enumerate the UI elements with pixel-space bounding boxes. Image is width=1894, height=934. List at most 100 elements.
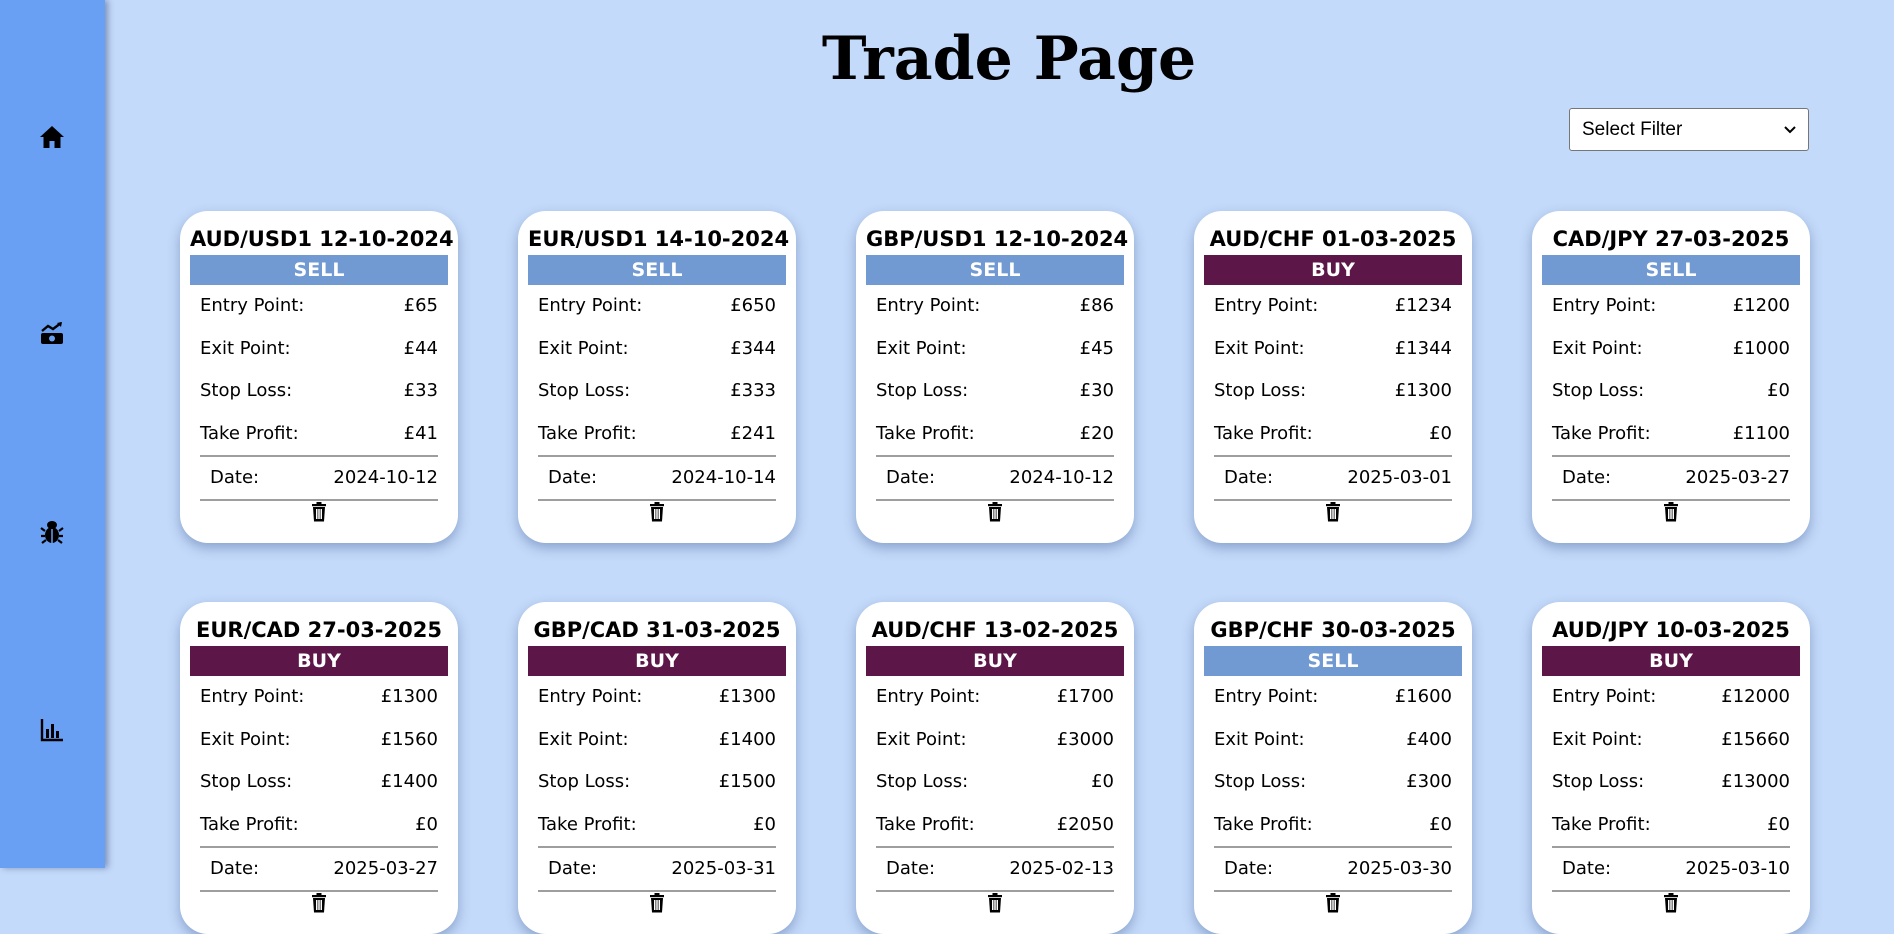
trade-title: EUR/USD1 14-10-2024: [528, 227, 790, 251]
trade-date-label: Date:: [1224, 858, 1274, 879]
trade-date-value: 2024-10-12: [1009, 467, 1114, 488]
trade-side-badge: BUY: [190, 646, 448, 676]
delete-trade-button[interactable]: [538, 501, 776, 526]
trade-side-badge: BUY: [1204, 255, 1462, 285]
trade-card: AUD/CHF 13-02-2025 BUY Entry Point: £1700 Ex…: [856, 602, 1134, 934]
trade-exit-label: Exit Point:: [200, 337, 291, 359]
chevron-down-icon: [1784, 125, 1796, 133]
trade-card: EUR/USD1 14-10-2024 SELL Entry Point: £650 E…: [518, 211, 796, 543]
trade-date-label: Date:: [886, 467, 936, 488]
trade-exit-value: £1000: [1732, 337, 1790, 359]
trade-exit-row: Exit Point: £344: [538, 328, 776, 371]
trade-date-value: 2025-03-31: [671, 858, 776, 879]
bar-chart-icon[interactable]: [38, 716, 66, 744]
trade-exit-row: Exit Point: £44: [200, 328, 438, 371]
trade-take-value: £0: [415, 813, 438, 835]
delete-trade-button[interactable]: [1214, 892, 1452, 917]
trade-entry-value: £1200: [1732, 295, 1790, 316]
trade-exit-label: Exit Point:: [1552, 728, 1643, 750]
trade-take-value: £20: [1079, 422, 1114, 444]
trade-date-label: Date:: [886, 858, 936, 879]
trade-exit-value: £400: [1406, 728, 1452, 750]
trade-exit-value: £344: [730, 337, 776, 359]
trade-entry-label: Entry Point:: [876, 686, 981, 707]
trade-title: GBP/USD1 12-10-2024: [866, 227, 1129, 251]
trade-stop-row: Stop Loss: £1400: [200, 761, 438, 804]
trade-title: AUD/CHF 01-03-2025: [1209, 227, 1457, 251]
trade-entry-value: £65: [403, 295, 438, 316]
trade-entry-label: Entry Point:: [876, 295, 981, 316]
trade-take-value: £0: [753, 813, 776, 835]
trade-stop-row: Stop Loss: £1300: [1214, 370, 1452, 413]
trade-exit-value: £1400: [718, 728, 776, 750]
trade-take-label: Take Profit:: [876, 422, 975, 444]
trade-title: AUD/CHF 13-02-2025: [871, 618, 1119, 642]
trade-entry-row: Entry Point: £86: [876, 285, 1114, 328]
trade-stop-row: Stop Loss: £33: [200, 370, 438, 413]
trade-take-row: Take Profit: £0: [200, 804, 438, 847]
trade-stop-label: Stop Loss:: [1214, 771, 1307, 792]
trade-chart-icon[interactable]: [38, 320, 66, 348]
trade-take-label: Take Profit:: [200, 422, 299, 444]
trade-stop-row: Stop Loss: £30: [876, 370, 1114, 413]
trade-entry-value: £1700: [1056, 686, 1114, 707]
trade-exit-row: Exit Point: £1400: [538, 719, 776, 762]
trade-entry-row: Entry Point: £1700: [876, 676, 1114, 719]
trade-side-badge: SELL: [866, 255, 1124, 285]
delete-trade-button[interactable]: [876, 501, 1114, 526]
trade-entry-row: Entry Point: £1600: [1214, 676, 1452, 719]
delete-trade-button[interactable]: [200, 892, 438, 917]
delete-trade-button[interactable]: [876, 892, 1114, 917]
trade-exit-label: Exit Point:: [200, 728, 291, 750]
delete-trade-button[interactable]: [200, 501, 438, 526]
trade-date-value: 2025-02-13: [1009, 858, 1114, 879]
trade-entry-value: £1300: [380, 686, 438, 707]
trade-exit-row: Exit Point: £3000: [876, 719, 1114, 762]
trade-entry-value: £1600: [1394, 686, 1452, 707]
trade-take-value: £0: [1767, 813, 1790, 835]
trade-exit-value: £45: [1079, 337, 1114, 359]
trade-take-label: Take Profit:: [538, 422, 637, 444]
trade-date-value: 2025-03-10: [1685, 858, 1790, 879]
trade-take-row: Take Profit: £241: [538, 413, 776, 456]
trade-entry-label: Entry Point:: [200, 686, 305, 707]
trade-entry-value: £650: [730, 295, 776, 316]
trade-stop-row: Stop Loss: £333: [538, 370, 776, 413]
trade-date-label: Date:: [548, 467, 598, 488]
delete-trade-button[interactable]: [1552, 501, 1790, 526]
trade-stop-label: Stop Loss:: [876, 380, 969, 401]
trade-card: AUD/JPY 10-03-2025 BUY Entry Point: £12000 E…: [1532, 602, 1810, 934]
trade-card-grid: AUD/USD1 12-10-2024 SELL Entry Point: £65 Ex…: [180, 211, 1810, 934]
trade-stop-row: Stop Loss: £13000: [1552, 761, 1790, 804]
trash-icon: [1325, 893, 1341, 917]
filter-select[interactable]: Select Filter: [1569, 108, 1809, 151]
trade-take-value: £41: [403, 422, 438, 444]
trade-take-row: Take Profit: £2050: [876, 804, 1114, 847]
trade-date-label: Date:: [1562, 858, 1612, 879]
home-icon[interactable]: [38, 123, 66, 151]
trash-icon: [311, 502, 327, 526]
trade-side-badge: BUY: [528, 646, 786, 676]
trade-stop-label: Stop Loss:: [200, 380, 293, 401]
delete-trade-button[interactable]: [1552, 892, 1790, 917]
trade-side-badge: BUY: [866, 646, 1124, 676]
trade-entry-row: Entry Point: £1234: [1214, 285, 1452, 328]
trade-take-label: Take Profit:: [1214, 422, 1313, 444]
trade-side-badge: SELL: [1204, 646, 1462, 676]
trade-stop-value: £0: [1091, 771, 1114, 792]
trade-date-row: Date: 2025-02-13: [876, 848, 1114, 890]
delete-trade-button[interactable]: [1214, 501, 1452, 526]
trade-date-row: Date: 2025-03-27: [200, 848, 438, 890]
trade-take-row: Take Profit: £0: [1552, 804, 1790, 847]
trade-stop-value: £13000: [1721, 771, 1790, 792]
trade-date-value: 2025-03-01: [1347, 467, 1452, 488]
trash-icon: [987, 502, 1003, 526]
bug-icon[interactable]: [38, 518, 66, 546]
trade-date-value: 2024-10-12: [333, 467, 438, 488]
delete-trade-button[interactable]: [538, 892, 776, 917]
trade-take-label: Take Profit:: [1552, 813, 1651, 835]
trade-entry-label: Entry Point:: [538, 686, 643, 707]
trade-entry-row: Entry Point: £650: [538, 285, 776, 328]
trade-title: EUR/CAD 27-03-2025: [196, 618, 442, 642]
trade-date-label: Date:: [1224, 467, 1274, 488]
